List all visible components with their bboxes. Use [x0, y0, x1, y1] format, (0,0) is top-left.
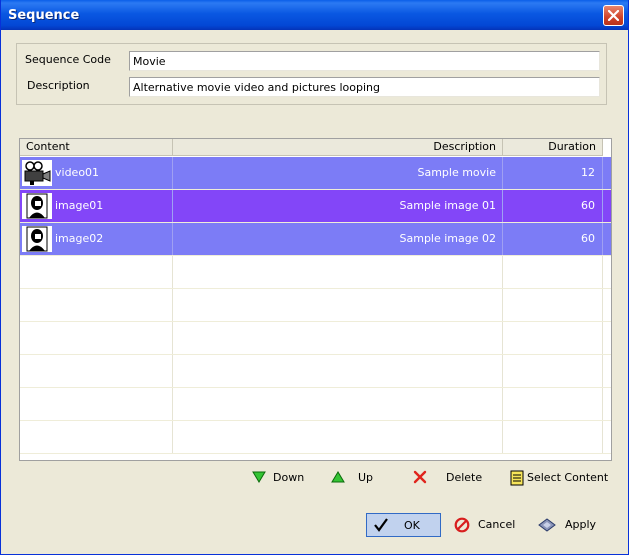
ok-button[interactable]: OK	[366, 513, 441, 537]
apply-button[interactable]: Apply	[537, 513, 607, 537]
sequence-dialog: Sequence Sequence Code Description Conte…	[0, 0, 629, 555]
window-title: Sequence	[8, 8, 80, 23]
description-label: Description	[27, 79, 90, 92]
title-bar[interactable]: Sequence	[1, 0, 628, 30]
table-row[interactable]: image02 Sample image 02 60	[20, 223, 611, 256]
empty-row	[20, 388, 611, 421]
empty-row	[20, 256, 611, 289]
empty-row	[20, 322, 611, 355]
column-header-content[interactable]: Content	[20, 139, 173, 156]
table-row[interactable]: video01 Sample movie 12	[20, 157, 611, 190]
sequence-details-group: Sequence Code Description	[16, 43, 607, 105]
portrait-icon	[22, 193, 52, 219]
checkmark-icon	[374, 518, 388, 532]
sequence-code-input[interactable]	[129, 51, 600, 71]
cancel-icon	[454, 517, 470, 533]
column-header-description[interactable]: Description	[173, 139, 503, 156]
empty-row	[20, 421, 611, 454]
delete-x-icon	[413, 470, 427, 484]
sequence-code-label: Sequence Code	[25, 53, 111, 66]
apply-icon	[538, 518, 556, 532]
description-input[interactable]	[129, 77, 600, 97]
portrait-icon	[22, 226, 52, 252]
arrow-down-icon	[252, 471, 266, 483]
cancel-button[interactable]: Cancel	[453, 513, 523, 537]
arrow-up-icon	[331, 471, 345, 483]
column-header-duration[interactable]: Duration	[503, 139, 603, 156]
close-button[interactable]	[603, 5, 624, 26]
close-icon	[608, 10, 619, 21]
movie-camera-icon	[22, 160, 52, 186]
content-grid: Content Description Duration video01 Sam…	[19, 138, 612, 461]
table-row[interactable]: image01 Sample image 01 60	[20, 190, 611, 223]
empty-row	[20, 355, 611, 388]
empty-row	[20, 289, 611, 322]
select-content-icon	[510, 470, 524, 486]
